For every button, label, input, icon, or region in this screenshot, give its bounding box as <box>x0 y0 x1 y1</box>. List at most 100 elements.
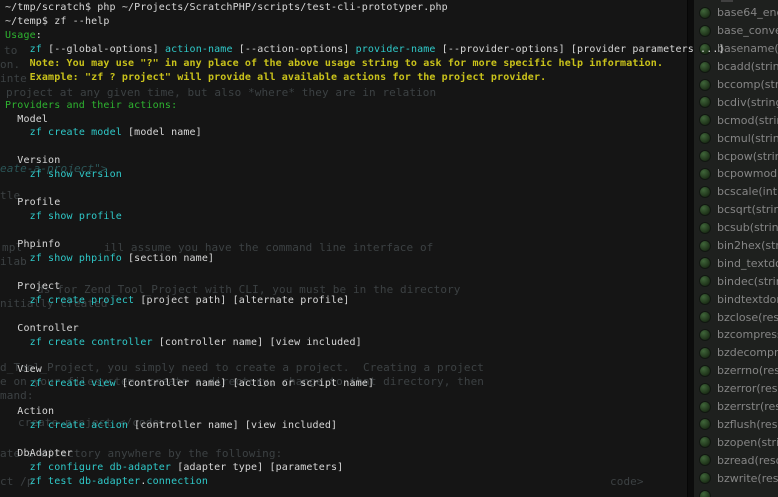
function-circle-icon <box>699 240 711 252</box>
terminal-text-segment: zf configure db-adapter <box>30 462 171 473</box>
function-circle-icon <box>699 61 711 73</box>
terminal-text-segment: Model <box>5 114 48 125</box>
terminal-text-segment: zf create action <box>30 420 128 431</box>
function-list-item[interactable]: bzflush(resource <box>699 415 778 433</box>
function-label: bccomp(string $le <box>717 78 778 91</box>
function-label: bcdiv(string $left <box>717 96 778 109</box>
terminal-line <box>5 224 687 238</box>
terminal-text-segment: zf create model <box>30 127 122 138</box>
function-list-item[interactable] <box>699 487 778 497</box>
function-circle-icon <box>699 132 711 144</box>
function-circle-icon <box>699 311 711 323</box>
function-label: bcpowmod(string <box>717 167 778 180</box>
terminal-window[interactable]: toon.inteproject at any given time, but … <box>0 0 687 497</box>
function-label: bcscale(int $scale <box>717 185 778 198</box>
function-label: bzopen(string $fil <box>717 436 778 449</box>
function-label: basename(string <box>717 42 778 55</box>
terminal-text-segment <box>5 44 30 55</box>
terminal-text-segment: DbAdapter <box>5 448 73 459</box>
terminal-text-segment: action-name <box>165 44 233 55</box>
desktop: base64_encode(str base_convert(strinbasen… <box>0 0 778 497</box>
terminal-line: zf create project [project path] [altern… <box>5 294 687 308</box>
terminal-text-segment <box>5 127 30 138</box>
function-label: bcadd(string $left <box>717 60 778 73</box>
function-list-item[interactable]: bcsub(string $left <box>699 219 778 237</box>
function-circle-icon <box>699 329 711 341</box>
function-list-item[interactable]: bind_textdomain_ <box>699 254 778 272</box>
function-list-item[interactable]: bzcompress(strin <box>699 326 778 344</box>
terminal-line: zf test db-adapter.connection <box>5 475 687 489</box>
terminal-text-segment: zf show version <box>30 169 122 180</box>
function-label: bcmul(string $left <box>717 132 778 145</box>
terminal-text-segment: zf create controller <box>30 337 153 348</box>
function-circle-icon <box>699 168 711 180</box>
function-list-item[interactable]: base_convert(strin <box>699 22 778 40</box>
function-label: bzread(resource <box>717 454 778 467</box>
terminal-line: zf create action [controller name] [view… <box>5 419 687 433</box>
function-label: bzerrstr(resource <box>717 400 778 413</box>
function-list-item[interactable]: bcscale(int $scale <box>699 183 778 201</box>
terminal-text-segment: zf create project <box>30 295 135 306</box>
function-list: base64_encode(str base_convert(strinbasen… <box>694 4 778 497</box>
terminal-text-segment <box>5 476 30 487</box>
function-list-item[interactable]: bzerrstr(resource <box>699 398 778 416</box>
function-list-panel: base64_encode(str base_convert(strinbasen… <box>694 0 778 497</box>
function-list-item[interactable]: bzdecompress(st <box>699 344 778 362</box>
terminal-text-segment: Note: You may use "?" in any place of th… <box>5 58 663 69</box>
function-list-item[interactable]: bzerrno(resource <box>699 362 778 380</box>
function-label: bzflush(resource <box>717 418 778 431</box>
function-list-item[interactable]: bzopen(string $fil <box>699 433 778 451</box>
function-list-item[interactable]: bzread(resource <box>699 451 778 469</box>
terminal-text-segment: [section name] <box>122 253 214 264</box>
function-list-item[interactable]: bccomp(string $le <box>699 76 778 94</box>
function-list-item[interactable]: bzerror(resource <box>699 380 778 398</box>
function-label: bzerrno(resource <box>717 364 778 377</box>
terminal-line: zf create model [model name] <box>5 126 687 140</box>
function-list-item[interactable]: bcmod(string $left <box>699 111 778 129</box>
function-list-item[interactable]: bindtextdomain( <box>699 290 778 308</box>
function-list-item[interactable]: bcmul(string $left <box>699 129 778 147</box>
function-list-item[interactable]: bzclose(resource <box>699 308 778 326</box>
function-circle-icon <box>699 204 711 216</box>
function-label: bin2hex(string $s <box>717 239 778 252</box>
terminal-line: Controller <box>5 322 687 336</box>
terminal-text-segment: [--action-options] <box>233 44 356 55</box>
terminal-line: zf create controller [controller name] [… <box>5 336 687 350</box>
terminal-line: Phpinfo <box>5 238 687 252</box>
terminal-text-segment <box>5 253 30 264</box>
terminal-text-segment <box>5 378 30 389</box>
function-list-item[interactable]: bindec(string $bin <box>699 272 778 290</box>
terminal-line: ~/tmp/scratch$ php ~/Projects/ScratchPHP… <box>5 1 687 15</box>
function-list-item[interactable]: bcpow(string $bas <box>699 147 778 165</box>
terminal-line: Profile <box>5 196 687 210</box>
function-label: bzdecompress(st <box>717 346 778 359</box>
function-circle-icon <box>699 418 711 430</box>
terminal-line: Usage: <box>5 29 687 43</box>
terminal-line <box>5 182 687 196</box>
function-label: base_convert(strin <box>717 24 778 37</box>
function-list-item[interactable]: base64_encode(str <box>699 4 778 22</box>
function-list-item[interactable]: bcdiv(string $left <box>699 93 778 111</box>
terminal-text-segment <box>5 211 30 222</box>
function-label: bind_textdomain_ <box>717 257 778 270</box>
function-circle-icon <box>699 490 711 497</box>
terminal-line <box>5 308 687 322</box>
terminal-line: Providers and their actions: <box>5 99 687 113</box>
terminal-text-segment: [project path] [alternate profile] <box>134 295 349 306</box>
function-circle-icon <box>699 347 711 359</box>
terminal-text-segment: Project <box>5 281 60 292</box>
function-list-item[interactable]: bin2hex(string $s <box>699 237 778 255</box>
terminal-line: Version <box>5 154 687 168</box>
function-list-item[interactable]: bcpowmod(string <box>699 165 778 183</box>
terminal-text-segment: zf show profile <box>30 211 122 222</box>
terminal-text-segment: : <box>36 30 42 41</box>
function-label: bindtextdomain( <box>717 293 778 306</box>
function-list-item[interactable]: bzwrite(resource <box>699 469 778 487</box>
function-list-item[interactable]: bcsqrt(string $op <box>699 201 778 219</box>
function-label: bcmod(string $left <box>717 114 778 127</box>
terminal-text-segment: zf test db-adapter <box>30 476 141 487</box>
function-circle-icon <box>699 257 711 269</box>
function-list-item[interactable]: bcadd(string $left <box>699 58 778 76</box>
terminal-line <box>5 391 687 405</box>
terminal-line: Action <box>5 405 687 419</box>
